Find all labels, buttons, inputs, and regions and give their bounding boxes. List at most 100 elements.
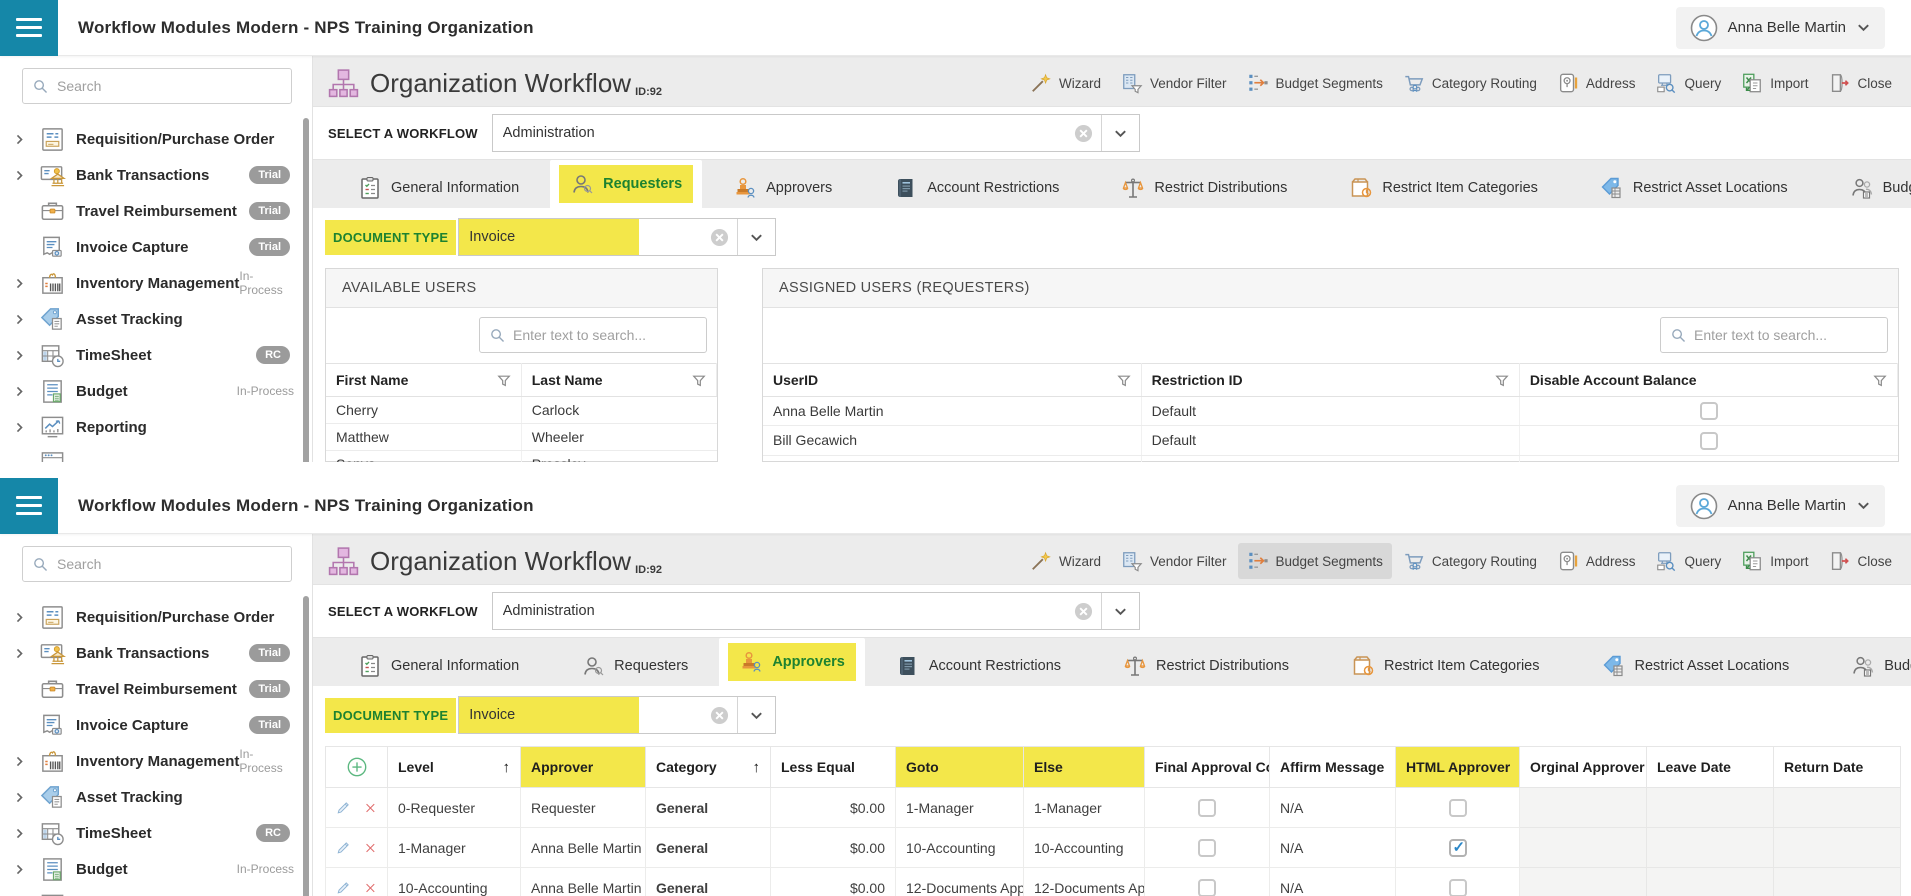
- tab-account-restrictions[interactable]: Account Restrictions: [863, 168, 1090, 208]
- sidebar-scrollbar[interactable]: [303, 118, 309, 462]
- column-header[interactable]: UserID: [763, 364, 1141, 397]
- query-button[interactable]: Query: [1646, 543, 1730, 579]
- html-approver-checkbox[interactable]: [1449, 839, 1467, 857]
- sidebar-item-bank-transactions[interactable]: Bank Transactions Trial Trial: [0, 157, 312, 193]
- edit-row-button[interactable]: [336, 838, 351, 857]
- final-approval-checkbox[interactable]: [1198, 799, 1216, 817]
- approver-row[interactable]: 10-Accounting Anna Belle Martin General …: [326, 868, 1901, 896]
- add-approver-button[interactable]: [346, 756, 368, 778]
- filter-icon[interactable]: [1495, 374, 1509, 388]
- column-header[interactable]: Level↑: [388, 747, 521, 788]
- final-approval-checkbox[interactable]: [1198, 879, 1216, 896]
- tab-restrict-asset-locations[interactable]: Restrict Asset Locations: [1569, 168, 1819, 208]
- available-user-row[interactable]: Cherry Carlock: [326, 397, 717, 424]
- column-header[interactable]: Category↑: [646, 747, 771, 788]
- disable-account-balance-checkbox[interactable]: [1700, 432, 1718, 450]
- close-button[interactable]: Close: [1819, 65, 1901, 101]
- sidebar-item-travel-reimbursement[interactable]: Travel Reimbursement Trial Trial: [0, 193, 312, 229]
- column-header[interactable]: Less Equal↑: [771, 747, 896, 788]
- assigned-user-row[interactable]: Anna Belle Martin Default: [763, 397, 1898, 426]
- edit-row-button[interactable]: [336, 798, 351, 817]
- dropdown-button[interactable]: [737, 219, 775, 255]
- column-header[interactable]: Last Name: [521, 364, 716, 397]
- filter-icon[interactable]: [497, 374, 511, 388]
- column-header[interactable]: Leave Date↑: [1647, 747, 1774, 788]
- sidebar-search[interactable]: [22, 546, 292, 582]
- sidebar-item-budget[interactable]: Budget In-Process In-Process: [0, 373, 312, 409]
- available-users-search[interactable]: [479, 317, 707, 353]
- tab-requesters[interactable]: Requesters: [550, 646, 719, 686]
- workflow-input[interactable]: [493, 125, 1066, 141]
- clear-icon[interactable]: [1074, 602, 1093, 621]
- vendor-filter-button[interactable]: Vendor Filter: [1112, 543, 1236, 579]
- clear-icon[interactable]: [1074, 124, 1093, 143]
- approver-row[interactable]: 1-Manager Anna Belle Martin General $0.0…: [326, 828, 1901, 868]
- user-menu[interactable]: Anna Belle Martin: [1676, 7, 1885, 49]
- tab-restrict-item-categories[interactable]: Restrict Item Categories: [1320, 646, 1571, 686]
- address-button[interactable]: Address: [1548, 65, 1645, 101]
- sidebar-item-invoice-capture[interactable]: Invoice Capture Trial Trial: [0, 229, 312, 265]
- sidebar-item-timesheet[interactable]: TimeSheet RC RC: [0, 815, 312, 851]
- column-header[interactable]: Goto↑: [896, 747, 1024, 788]
- sidebar-search-input[interactable]: [57, 556, 282, 572]
- html-approver-checkbox[interactable]: [1449, 879, 1467, 896]
- tab-account-restrictions[interactable]: Account Restrictions: [865, 646, 1092, 686]
- sidebar-item-asset-tracking[interactable]: Asset Tracking: [0, 779, 312, 815]
- document-type-combobox[interactable]: [458, 218, 776, 256]
- sidebar-item-bank-transactions[interactable]: Bank Transactions Trial Trial: [0, 635, 312, 671]
- column-header[interactable]: First Name: [326, 364, 521, 397]
- sidebar-item-timesheet[interactable]: TimeSheet RC RC: [0, 337, 312, 373]
- dropdown-button[interactable]: [1101, 115, 1139, 151]
- tab-restrict-asset-locations[interactable]: Restrict Asset Locations: [1571, 646, 1821, 686]
- sidebar-item-reporting[interactable]: Reporting: [0, 409, 312, 445]
- delete-row-button[interactable]: [364, 840, 377, 856]
- category-routing-button[interactable]: Category Routing: [1394, 65, 1546, 101]
- filter-icon[interactable]: [1873, 374, 1887, 388]
- document-type-input[interactable]: [459, 229, 702, 245]
- document-type-combobox[interactable]: [458, 696, 776, 734]
- user-menu[interactable]: Anna Belle Martin: [1676, 485, 1885, 527]
- workflow-input[interactable]: [493, 603, 1066, 619]
- html-approver-checkbox[interactable]: [1449, 799, 1467, 817]
- tab-budget-personnel[interactable]: Budget Personnel: [1820, 646, 1911, 686]
- tab-approvers[interactable]: Approvers: [702, 168, 863, 208]
- import-button[interactable]: Import: [1732, 543, 1817, 579]
- column-header[interactable]: Disable Account Balance: [1519, 364, 1897, 397]
- dropdown-button[interactable]: [737, 697, 775, 733]
- tab-requesters[interactable]: Requesters: [550, 160, 702, 208]
- final-approval-checkbox[interactable]: [1198, 839, 1216, 857]
- vendor-filter-button[interactable]: Vendor Filter: [1112, 65, 1236, 101]
- column-header[interactable]: Else↑: [1024, 747, 1145, 788]
- column-header[interactable]: Restriction ID: [1141, 364, 1519, 397]
- filter-icon[interactable]: [692, 374, 706, 388]
- sidebar-item-budget[interactable]: Budget In-Process In-Process: [0, 851, 312, 887]
- delete-row-button[interactable]: [364, 880, 377, 896]
- edit-row-button[interactable]: [336, 878, 351, 896]
- hamburger-menu-button[interactable]: [0, 478, 58, 534]
- column-header[interactable]: Approver↑: [521, 747, 646, 788]
- category-routing-button[interactable]: Category Routing: [1394, 543, 1546, 579]
- address-button[interactable]: Address: [1548, 543, 1645, 579]
- sidebar-item-inventory-management[interactable]: Inventory Management In-Process In-Proce…: [0, 265, 312, 301]
- clear-icon[interactable]: [710, 706, 729, 725]
- clear-icon[interactable]: [710, 228, 729, 247]
- sidebar-item-invoice-capture[interactable]: Invoice Capture Trial Trial: [0, 707, 312, 743]
- delete-row-button[interactable]: [364, 800, 377, 816]
- tab-restrict-item-categories[interactable]: Restrict Item Categories: [1318, 168, 1569, 208]
- sidebar-item-asset-tracking[interactable]: Asset Tracking: [0, 301, 312, 337]
- tab-approvers[interactable]: Approvers: [719, 638, 865, 686]
- column-header[interactable]: Final Approval Conf...↑: [1145, 747, 1270, 788]
- assigned-users-search-input[interactable]: [1694, 327, 1878, 343]
- wizard-button[interactable]: Wizard: [1021, 65, 1110, 101]
- wizard-button[interactable]: Wizard: [1021, 543, 1110, 579]
- workflow-combobox[interactable]: [492, 114, 1140, 152]
- hamburger-menu-button[interactable]: [0, 0, 58, 56]
- column-header[interactable]: HTML Approver↑: [1396, 747, 1520, 788]
- sidebar-search[interactable]: [22, 68, 292, 104]
- tab-general-information[interactable]: General Information: [327, 646, 550, 686]
- import-button[interactable]: Import: [1732, 65, 1817, 101]
- workflow-combobox[interactable]: [492, 592, 1140, 630]
- sidebar-item-clipped[interactable]: [0, 445, 312, 462]
- tab-general-information[interactable]: General Information: [327, 168, 550, 208]
- dropdown-button[interactable]: [1101, 593, 1139, 629]
